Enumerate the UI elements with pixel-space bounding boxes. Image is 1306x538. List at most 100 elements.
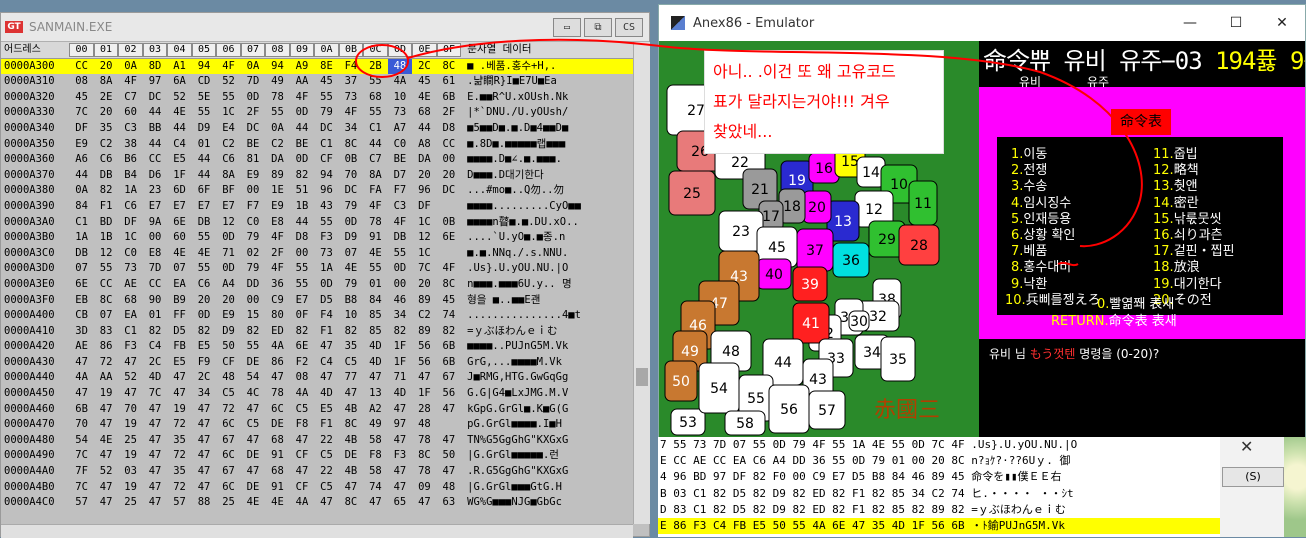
- hex-byte[interactable]: [437, 417, 461, 433]
- hex-byte[interactable]: 47: [118, 386, 142, 402]
- hex-byte[interactable]: DC: [143, 90, 167, 106]
- hex-byte[interactable]: DE: [339, 448, 363, 464]
- hex-byte[interactable]: 47: [118, 355, 142, 371]
- hex-byte[interactable]: F3: [118, 339, 142, 355]
- hex-row[interactable]: 0000A3E0 6E CC AE CC EA C6 A4 DD 36 55 0D 79 01 00 20 8C…: [1, 277, 633, 293]
- hex-row[interactable]: 0000A3F0 EB 8C 68 90 B9 20 20 00 C9 E7 D5 B8 84 46 89 45…: [1, 293, 633, 309]
- hex-byte[interactable]: E7: [290, 293, 314, 309]
- hex-byte[interactable]: 4E: [192, 246, 216, 262]
- hex-byte[interactable]: 55: [192, 261, 216, 277]
- hex-byte[interactable]: 55: [314, 90, 338, 106]
- hex-byte[interactable]: B6: [118, 152, 142, 168]
- ascii-text[interactable]: GrG,...■■■■M.Vk: [467, 355, 633, 371]
- ascii-text[interactable]: |*`DNU./U.yOUsh/: [467, 105, 633, 121]
- hex-byte[interactable]: 03: [118, 464, 142, 480]
- hex-byte[interactable]: 07: [339, 246, 363, 262]
- hex-byte[interactable]: 1A: [118, 183, 142, 199]
- hex-byte[interactable]: E4: [216, 121, 240, 137]
- hex-byte[interactable]: 44: [192, 168, 216, 184]
- ascii-text[interactable]: J■RMG,HTG.GwGqGg: [467, 370, 633, 386]
- hex-byte[interactable]: 45: [314, 74, 338, 90]
- hex-byte[interactable]: DA: [265, 152, 289, 168]
- hex-grid[interactable]: 어드레스 00 01 02 03 04 05 06 07 08 09 0A 0B 0C 0D 0E 0F 문자열 …: [1, 42, 633, 524]
- hex-byte[interactable]: 23: [143, 183, 167, 199]
- ascii-text[interactable]: ...............4■t: [467, 308, 633, 324]
- hex-byte[interactable]: 4E: [167, 105, 191, 121]
- hex-byte[interactable]: 68: [265, 433, 289, 449]
- scrollbar-thumb[interactable]: [636, 368, 648, 386]
- restore-button[interactable]: ⧉: [584, 17, 612, 37]
- hex-row[interactable]: 0000A370 44 DB B4 D6 1F 44 8A E9 89 82 94 70 8A D7 20 20…: [1, 168, 633, 184]
- hex-byte[interactable]: 35: [167, 433, 191, 449]
- hex-byte[interactable]: B8: [339, 293, 363, 309]
- hex-byte[interactable]: 78: [412, 433, 436, 449]
- ascii-text[interactable]: ....`U.yO■.■종.n: [467, 230, 633, 246]
- menu-foot-2[interactable]: RETURN.命令表 表새: [1051, 310, 1177, 329]
- hex-byte[interactable]: 48: [216, 370, 240, 386]
- hex-byte[interactable]: 4D: [388, 386, 412, 402]
- hex-byte[interactable]: 70: [69, 417, 93, 433]
- hex-byte[interactable]: 47: [388, 464, 412, 480]
- hex-byte[interactable]: BE: [290, 137, 314, 153]
- hex-byte[interactable]: 0D: [290, 152, 314, 168]
- hex-byte[interactable]: 47: [192, 402, 216, 418]
- hex-byte[interactable]: 56: [412, 355, 436, 371]
- hex-byte[interactable]: 1F: [412, 386, 436, 402]
- hex-byte[interactable]: C4: [314, 355, 338, 371]
- hex-byte[interactable]: 47: [192, 464, 216, 480]
- hex-byte[interactable]: 9A: [143, 215, 167, 231]
- hex-byte[interactable]: 34: [339, 121, 363, 137]
- hex-byte[interactable]: C4: [143, 339, 167, 355]
- hex-byte[interactable]: 8C: [94, 293, 118, 309]
- hex-byte[interactable]: 71: [388, 370, 412, 386]
- hex-byte[interactable]: CF: [216, 355, 240, 371]
- hex-byte[interactable]: 4B: [339, 464, 363, 480]
- hex-byte[interactable]: FF: [167, 308, 191, 324]
- hex-byte[interactable]: 68: [118, 293, 142, 309]
- hex-byte[interactable]: 91: [265, 448, 289, 464]
- hex-byte[interactable]: F3: [388, 448, 412, 464]
- hex-byte[interactable]: 8C: [339, 495, 363, 511]
- ascii-text[interactable]: .냚瞷R}I■E7U■Ea: [467, 74, 633, 90]
- hex-byte[interactable]: [437, 199, 461, 215]
- hex-byte[interactable]: 4F: [339, 105, 363, 121]
- hex-byte[interactable]: EA: [118, 308, 142, 324]
- hex-byte[interactable]: 74: [437, 308, 461, 324]
- hex-byte[interactable]: F8: [363, 448, 387, 464]
- hex-byte[interactable]: 52: [94, 464, 118, 480]
- hex-byte[interactable]: 00: [241, 293, 265, 309]
- hex-byte[interactable]: 07: [167, 261, 191, 277]
- hex-byte[interactable]: 8A: [216, 168, 240, 184]
- hex-byte[interactable]: 8A: [363, 168, 387, 184]
- hex-byte[interactable]: 47: [192, 433, 216, 449]
- hex-byte[interactable]: 12: [216, 215, 240, 231]
- hex-byte[interactable]: 82: [143, 324, 167, 340]
- hex-byte[interactable]: 84: [363, 293, 387, 309]
- hex-byte[interactable]: 4D: [363, 339, 387, 355]
- byte-column-header[interactable]: 02: [118, 43, 143, 57]
- hex-byte[interactable]: 45: [412, 74, 436, 90]
- hex-byte[interactable]: 96: [314, 183, 338, 199]
- hex-byte[interactable]: 0A: [241, 59, 265, 75]
- hex-byte[interactable]: 47: [437, 464, 461, 480]
- hex-byte[interactable]: 56: [437, 386, 461, 402]
- hex-byte[interactable]: 48: [412, 417, 436, 433]
- hex-byte[interactable]: 19: [94, 386, 118, 402]
- hex-byte[interactable]: 08: [290, 370, 314, 386]
- hex-byte[interactable]: 2B: [363, 59, 387, 75]
- hex-byte[interactable]: 07: [94, 308, 118, 324]
- hex-byte[interactable]: E9: [216, 308, 240, 324]
- hex-byte[interactable]: 97: [388, 417, 412, 433]
- hex-byte[interactable]: 55: [216, 90, 240, 106]
- hex-row[interactable]: 0000A440 4A AA 52 4D 47 2C 48 54 47 08 47 77 47 71 47 67…: [1, 370, 633, 386]
- hex-byte[interactable]: 1F: [388, 355, 412, 371]
- hex-byte[interactable]: AA: [94, 370, 118, 386]
- ascii-text[interactable]: E.■■R^U.xOUsh.Nk: [467, 90, 633, 106]
- hex-byte[interactable]: 1E: [265, 183, 289, 199]
- ascii-text[interactable]: ■.■.NNq./.s.NNU.: [467, 246, 633, 262]
- hex-byte[interactable]: 47: [412, 495, 436, 511]
- hex-byte[interactable]: 47: [314, 495, 338, 511]
- hex-row[interactable]: 0000A470 70 47 19 47 72 47 6C C5 DE F8 F1 8C 49 97 48 pG…: [1, 417, 633, 433]
- hex-byte[interactable]: C0: [388, 137, 412, 153]
- hex-row[interactable]: 0000A450 47 19 47 7C 47 34 C5 4C 78 4A 4D 47 13 4D 1F 56…: [1, 386, 633, 402]
